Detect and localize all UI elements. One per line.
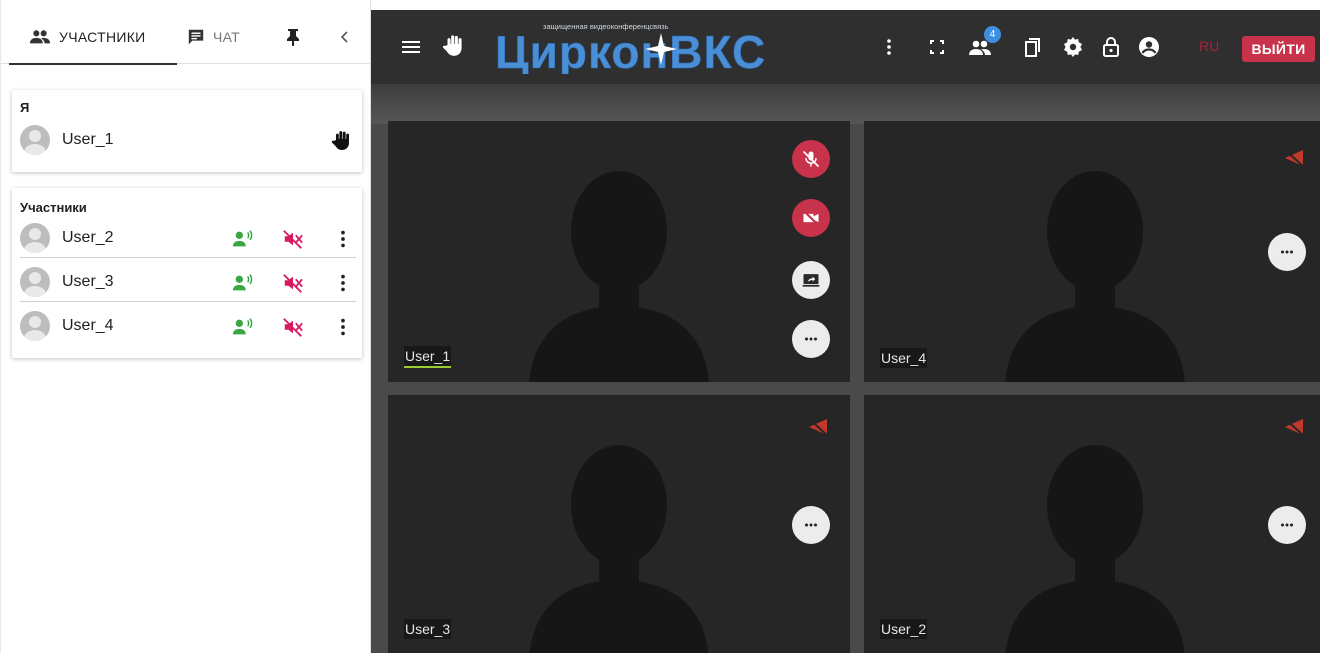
volume-off-icon[interactable]: [282, 272, 304, 294]
participants-panel: УЧАСТНИКИ ЧАТ Я User_1 Участники User_2 …: [0, 0, 371, 653]
tile-username: User_3: [404, 619, 452, 639]
raise-hand-button[interactable]: [441, 32, 467, 58]
volume-off-icon[interactable]: [282, 228, 304, 250]
tile-username: User_2: [880, 619, 928, 639]
avatar: [20, 222, 50, 253]
tile-more-button[interactable]: [792, 506, 830, 544]
speaking-icon: [232, 274, 253, 291]
no-video-indicator-icon: [1284, 149, 1304, 167]
camera-off-icon: [802, 209, 820, 227]
more-vert-icon[interactable]: [332, 316, 354, 338]
logout-button[interactable]: ВЫЙТИ: [1242, 36, 1315, 62]
speaking-icon: [232, 230, 253, 247]
participant-row[interactable]: User_2: [20, 218, 356, 258]
participants-count-badge: 4: [984, 26, 1001, 43]
gear-icon[interactable]: [1061, 35, 1085, 59]
person-silhouette: [1005, 171, 1185, 382]
participants-section-title: Участники: [20, 200, 87, 215]
video-tile-user-4[interactable]: User_4: [864, 121, 1320, 382]
tile-username: User_4: [880, 348, 928, 368]
tile-more-button[interactable]: [792, 320, 830, 358]
more-horiz-icon: [1281, 523, 1293, 527]
mic-off-button[interactable]: [792, 140, 830, 178]
no-video-indicator-icon: [1284, 418, 1304, 436]
participant-username: User_4: [62, 317, 114, 334]
logo-text: ЦирконВКС: [495, 26, 766, 74]
raised-hand-icon[interactable]: [330, 128, 354, 152]
more-horiz-icon: [1281, 250, 1293, 254]
tile-more-button[interactable]: [1268, 233, 1306, 271]
screen-share-icon: [802, 274, 820, 287]
no-video-indicator-icon: [808, 418, 828, 436]
top-toolbar: защищенная видеоконференцсвязь ЦирконВКС…: [371, 10, 1320, 84]
video-tile-user-1[interactable]: User_1: [388, 121, 850, 382]
pin-icon[interactable]: [283, 27, 303, 47]
person-silhouette: [1005, 445, 1185, 653]
me-username: User_1: [62, 131, 114, 148]
me-section-title: Я: [20, 100, 30, 115]
screen-share-button[interactable]: [792, 261, 830, 299]
copy-icon[interactable]: [1021, 35, 1045, 59]
more-vert-icon[interactable]: [877, 35, 901, 59]
participant-username: User_3: [62, 272, 114, 290]
toolbar-shadow-strip: [371, 84, 1320, 124]
more-vert-icon[interactable]: [332, 272, 354, 294]
participant-row[interactable]: User_4: [20, 306, 356, 346]
me-row[interactable]: User_1: [20, 120, 356, 160]
conference-area: защищенная видеоконференцсвязь ЦирконВКС…: [371, 10, 1320, 653]
avatar: [20, 125, 50, 155]
person-silhouette: [529, 171, 709, 382]
tab-participants-label: УЧАСТНИКИ: [59, 28, 146, 45]
video-tile-user-2[interactable]: User_2: [864, 395, 1320, 653]
chat-icon: [188, 29, 204, 45]
camera-off-button[interactable]: [792, 199, 830, 237]
speaking-icon: [232, 318, 253, 335]
more-horiz-icon: [805, 337, 817, 341]
volume-off-icon[interactable]: [282, 316, 304, 338]
participant-username: User_2: [62, 228, 114, 246]
account-icon[interactable]: [1137, 35, 1161, 59]
video-tile-user-3[interactable]: User_3: [388, 395, 850, 653]
language-selector[interactable]: RU: [1199, 38, 1219, 54]
tile-username: User_1: [404, 346, 452, 368]
participant-row[interactable]: User_3: [20, 262, 356, 302]
panel-tabs: УЧАСТНИКИ ЧАТ: [1, 10, 371, 65]
chevron-left-icon[interactable]: [335, 27, 355, 47]
participants-section: Участники User_2 User_3 User_4: [12, 188, 362, 358]
tab-chat[interactable]: ЧАТ: [179, 10, 261, 64]
person-silhouette: [529, 445, 709, 653]
lock-icon[interactable]: [1099, 35, 1123, 59]
more-horiz-icon: [805, 523, 817, 527]
fullscreen-icon[interactable]: [925, 35, 949, 59]
menu-icon[interactable]: [399, 35, 423, 59]
tab-participants[interactable]: УЧАСТНИКИ: [9, 10, 177, 65]
me-section: Я User_1: [12, 90, 362, 172]
avatar: [20, 266, 50, 297]
tab-chat-label: ЧАТ: [213, 29, 241, 45]
people-icon: [29, 29, 51, 43]
avatar: [20, 311, 50, 341]
more-vert-icon[interactable]: [332, 228, 354, 250]
company-logo: защищенная видеоконференцсвязь ЦирконВКС: [495, 22, 766, 74]
mic-off-icon: [802, 150, 820, 168]
tile-more-button[interactable]: [1268, 506, 1306, 544]
